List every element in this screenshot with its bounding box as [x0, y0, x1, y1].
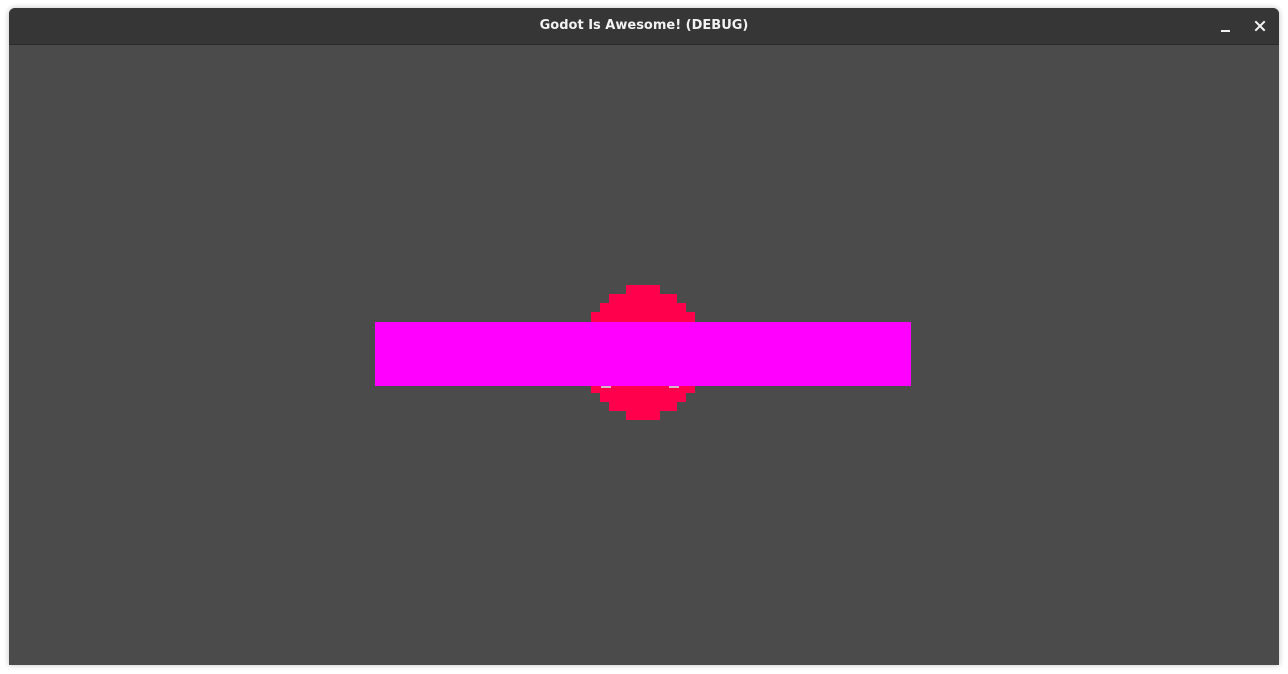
game-viewport[interactable]: [9, 45, 1279, 665]
platform: [375, 322, 911, 386]
window-title: Godot Is Awesome! (DEBUG): [539, 18, 749, 33]
title-bar[interactable]: Godot Is Awesome! (DEBUG): [9, 8, 1279, 45]
minimize-icon: [1221, 30, 1230, 32]
close-button[interactable]: [1246, 12, 1274, 40]
game-window: Godot Is Awesome! (DEBUG): [9, 8, 1279, 665]
minimize-button[interactable]: [1212, 12, 1240, 40]
close-icon: [1254, 20, 1266, 32]
